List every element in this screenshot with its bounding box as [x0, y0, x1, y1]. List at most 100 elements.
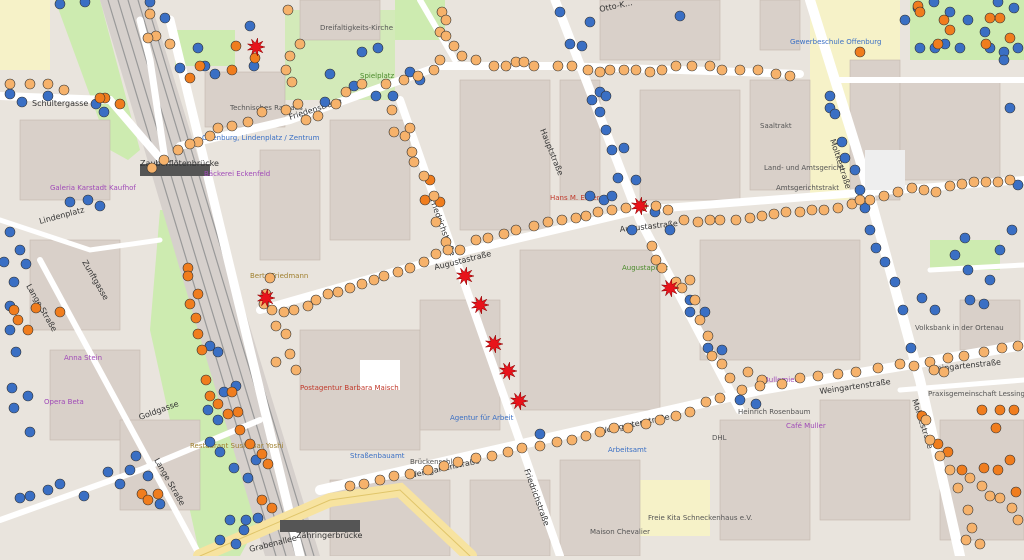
blue-marker[interactable] [78, 490, 90, 502]
light-orange-marker[interactable] [580, 210, 592, 222]
blue-marker[interactable] [4, 226, 16, 238]
blue-marker[interactable] [54, 478, 66, 490]
light-orange-marker[interactable] [434, 54, 446, 66]
blue-marker[interactable] [594, 106, 606, 118]
light-orange-marker[interactable] [644, 66, 656, 78]
blue-marker[interactable] [174, 62, 186, 74]
light-orange-marker[interactable] [1006, 502, 1018, 514]
blue-marker[interactable] [130, 450, 142, 462]
blue-marker[interactable] [142, 470, 154, 482]
light-orange-marker[interactable] [292, 98, 304, 110]
light-orange-marker[interactable] [498, 228, 510, 240]
light-orange-marker[interactable] [608, 422, 620, 434]
light-orange-marker[interactable] [284, 50, 296, 62]
light-orange-marker[interactable] [656, 64, 668, 76]
blue-marker[interactable] [916, 292, 928, 304]
blue-marker[interactable] [954, 42, 966, 54]
blue-marker[interactable] [626, 224, 638, 236]
blue-marker[interactable] [600, 90, 612, 102]
light-orange-marker[interactable] [204, 130, 216, 142]
blue-marker[interactable] [576, 40, 588, 52]
orange-marker[interactable] [194, 60, 206, 72]
light-orange-marker[interactable] [280, 104, 292, 116]
blue-marker[interactable] [1012, 42, 1024, 54]
light-orange-marker[interactable] [378, 270, 390, 282]
light-orange-marker[interactable] [528, 60, 540, 72]
blue-marker[interactable] [1006, 224, 1018, 236]
light-orange-marker[interactable] [408, 156, 420, 168]
blue-marker[interactable] [836, 136, 848, 148]
blue-marker[interactable] [319, 96, 331, 108]
orange-marker[interactable] [192, 328, 204, 340]
orange-marker[interactable] [152, 488, 164, 500]
map-canvas[interactable]: Schultergasse Friedenstraße Zauberflöten… [0, 0, 1024, 560]
blue-marker[interactable] [54, 0, 66, 10]
light-orange-marker[interactable] [944, 180, 956, 192]
blue-marker[interactable] [16, 96, 28, 108]
blue-marker[interactable] [10, 346, 22, 358]
blue-marker[interactable] [870, 242, 882, 254]
light-orange-marker[interactable] [928, 364, 940, 376]
blue-marker[interactable] [192, 42, 204, 54]
light-orange-marker[interactable] [510, 224, 522, 236]
light-orange-marker[interactable] [482, 232, 494, 244]
light-orange-marker[interactable] [164, 38, 176, 50]
light-orange-marker[interactable] [280, 64, 292, 76]
light-orange-marker[interactable] [976, 480, 988, 492]
orange-marker[interactable] [200, 374, 212, 386]
light-orange-marker[interactable] [620, 202, 632, 214]
blue-marker[interactable] [6, 382, 18, 394]
light-orange-marker[interactable] [742, 366, 754, 378]
blue-marker[interactable] [854, 184, 866, 196]
light-orange-marker[interactable] [368, 274, 380, 286]
orange-marker[interactable] [204, 390, 216, 402]
light-orange-marker[interactable] [374, 474, 386, 486]
orange-marker[interactable] [142, 494, 154, 506]
orange-marker[interactable] [1004, 32, 1016, 44]
light-orange-marker[interactable] [650, 200, 662, 212]
blue-marker[interactable] [8, 402, 20, 414]
light-orange-marker[interactable] [744, 212, 756, 224]
blue-marker[interactable] [716, 344, 728, 356]
light-orange-marker[interactable] [684, 274, 696, 286]
blue-marker[interactable] [734, 394, 746, 406]
orange-marker[interactable] [944, 24, 956, 36]
orange-marker[interactable] [994, 404, 1006, 416]
blue-marker[interactable] [829, 108, 841, 120]
blue-marker[interactable] [242, 472, 254, 484]
light-orange-marker[interactable] [964, 472, 976, 484]
blue-marker[interactable] [124, 464, 136, 476]
light-orange-marker[interactable] [684, 406, 696, 418]
light-orange-marker[interactable] [386, 104, 398, 116]
blue-marker[interactable] [14, 244, 26, 256]
orange-marker[interactable] [266, 502, 278, 514]
light-orange-marker[interactable] [470, 234, 482, 246]
orange-marker[interactable] [256, 448, 268, 460]
light-orange-marker[interactable] [340, 86, 352, 98]
light-orange-marker[interactable] [706, 350, 718, 362]
light-orange-marker[interactable] [300, 114, 312, 126]
light-orange-marker[interactable] [290, 364, 302, 376]
orange-marker[interactable] [992, 464, 1004, 476]
light-orange-marker[interactable] [832, 202, 844, 214]
blue-marker[interactable] [240, 514, 252, 526]
light-orange-marker[interactable] [702, 330, 714, 342]
light-orange-marker[interactable] [606, 204, 618, 216]
light-orange-marker[interactable] [920, 414, 932, 426]
blue-marker[interactable] [959, 232, 971, 244]
light-orange-marker[interactable] [780, 206, 792, 218]
light-orange-marker[interactable] [440, 30, 452, 42]
blue-marker[interactable] [864, 224, 876, 236]
light-orange-marker[interactable] [280, 328, 292, 340]
orange-marker[interactable] [226, 64, 238, 76]
light-orange-marker[interactable] [438, 460, 450, 472]
light-orange-marker[interactable] [404, 262, 416, 274]
blue-marker[interactable] [24, 426, 36, 438]
blue-marker[interactable] [998, 54, 1010, 66]
light-orange-marker[interactable] [284, 348, 296, 360]
orange-marker[interactable] [1004, 454, 1016, 466]
light-orange-marker[interactable] [678, 214, 690, 226]
light-orange-marker[interactable] [388, 126, 400, 138]
blue-marker[interactable] [992, 0, 1004, 8]
light-orange-marker[interactable] [1012, 340, 1024, 352]
